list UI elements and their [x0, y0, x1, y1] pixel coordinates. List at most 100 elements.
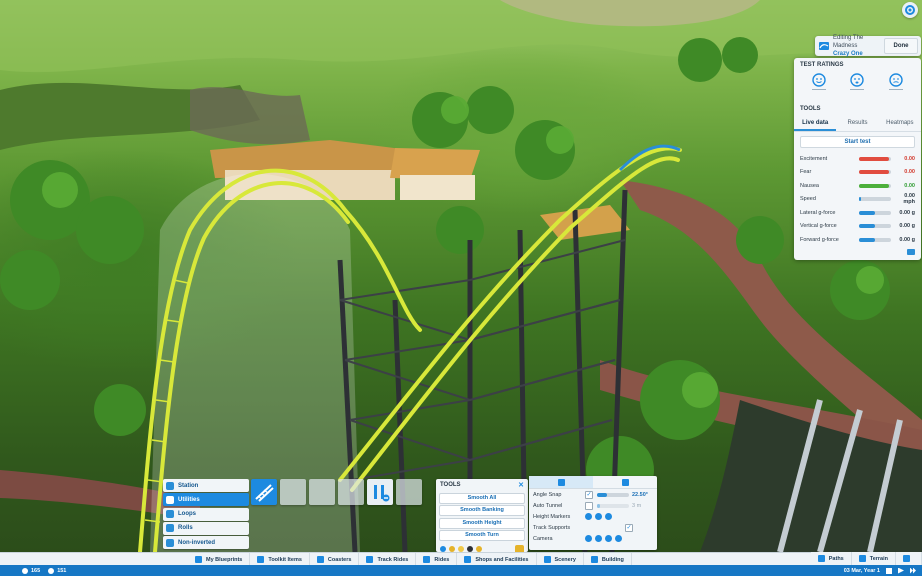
guests-icon [22, 567, 28, 574]
rating-row: Vertical g-force 0.00 g [794, 220, 921, 234]
park-scene [0, 0, 922, 552]
rating-bar [859, 197, 891, 202]
track-type-icon [166, 495, 174, 504]
rating-value: 0.00 [904, 169, 915, 176]
build-tab-icon [464, 556, 472, 563]
auto-tunnel-value: 3 m [632, 502, 642, 509]
camera-reset-icon[interactable] [615, 535, 622, 542]
angle-snap-label: Angle Snap [533, 491, 562, 498]
rating-row: Fear 0.00 [794, 166, 921, 180]
build-tab-label: Track Rides [377, 556, 409, 563]
smooth-all-button[interactable]: Smooth All [439, 492, 525, 504]
brake-piece-button[interactable] [280, 479, 306, 505]
type-menu-label: Non-inverted [178, 539, 216, 546]
grid-marker-icon[interactable] [605, 513, 612, 520]
angle-snap-row: Angle Snap ✓ 22.50° [529, 489, 657, 500]
done-button[interactable]: Done [884, 38, 918, 54]
test-ratings-panel: TEST RATINGS TOOLS Live data Results Hea… [794, 58, 921, 260]
pause-icon[interactable] [886, 567, 892, 574]
build-tab-icon [423, 556, 431, 563]
tab-list-options[interactable] [593, 476, 657, 488]
auto-tunnel-slider[interactable] [597, 503, 629, 508]
type-menu-label: Loops [178, 511, 196, 518]
tab-live-data[interactable]: Live data [794, 117, 837, 131]
tab-results[interactable]: Results [836, 117, 878, 131]
money-display[interactable]: 151 [48, 567, 66, 574]
angle-snap-value: 22.50° [632, 491, 648, 498]
rating-label: Forward g-force [800, 236, 839, 243]
build-tab-label: Building [601, 556, 624, 563]
type-menu-label: Station [178, 482, 199, 489]
rating-bar [859, 224, 891, 229]
tab-paths[interactable]: Paths [810, 552, 852, 565]
rating-bar [859, 237, 891, 242]
build-tab-label: Coasters [327, 556, 352, 563]
type-menu-item[interactable]: Utilities [163, 493, 249, 507]
smooth-banking-button[interactable]: Smooth Banking [439, 505, 525, 516]
build-tab-label: Shops and Facilities [475, 556, 529, 563]
smooth-turn-button[interactable]: Smooth Turn [439, 530, 525, 541]
excitement-face-icon [812, 73, 826, 87]
track-options-panel: Angle Snap ✓ 22.50° Auto Tunnel 3 m Heig… [529, 476, 657, 550]
camera-label: Camera [533, 535, 553, 542]
rating-label: Vertical g-force [800, 223, 837, 230]
fast-forward-icon[interactable] [910, 567, 916, 574]
type-menu-item[interactable]: Non-inverted [163, 536, 249, 550]
play-icon[interactable] [898, 567, 904, 574]
tab-terrain[interactable]: Terrain [851, 552, 896, 565]
type-menu-item[interactable]: Rolls [163, 521, 249, 535]
rating-label: Fear [800, 169, 812, 176]
track-type-icon [166, 481, 174, 490]
rating-bar [859, 156, 891, 161]
track-supports-checkbox[interactable]: ✓ [625, 523, 633, 532]
track-type-icon [166, 524, 174, 533]
editing-ride-banner: Editing The Madness Crazy One Done [815, 35, 921, 58]
type-menu-item[interactable]: Loops [163, 507, 249, 521]
coaster-icon [818, 40, 830, 52]
paths-label: Paths [828, 555, 844, 562]
booster-piece-button[interactable] [309, 479, 335, 505]
build-menu-bar: My Blueprints Toolkit Items Coasters Track … [0, 552, 922, 566]
settings-gear-icon[interactable] [902, 2, 918, 18]
track-supports-label: Track Supports [533, 524, 571, 531]
angle-snap-checkbox[interactable]: ✓ [585, 490, 593, 499]
rating-row: Forward g-force 0.00 g [794, 233, 921, 247]
more-menu-button[interactable] [896, 552, 922, 565]
status-bar: 165 151 03 Mar, Year 1 [0, 565, 922, 576]
start-test-button[interactable]: Start test [800, 136, 915, 148]
build-tab-label: Scenery [554, 556, 576, 563]
height-markers-row: Height Markers [529, 511, 657, 522]
ride-name[interactable]: Crazy One [833, 50, 884, 58]
money-icon [48, 567, 55, 574]
camera-row: Camera [529, 533, 657, 544]
build-tab-icon [195, 556, 202, 563]
build-tab-icon [543, 556, 551, 563]
rating-bar [859, 170, 891, 175]
camera-icon[interactable] [907, 249, 915, 255]
angle-snap-slider[interactable] [597, 492, 629, 497]
smooth-height-button[interactable]: Smooth Height [439, 517, 525, 529]
camera-rider-icon[interactable] [605, 535, 612, 542]
terrain-marker-icon[interactable] [595, 513, 602, 520]
track-type-icon [166, 538, 174, 547]
guest-count[interactable]: 165 [22, 567, 40, 574]
rating-row: Nausea 0.00 [794, 179, 921, 193]
selected-piece-button[interactable] [367, 479, 393, 505]
terrain-icon [858, 555, 866, 562]
tab-build-options[interactable] [529, 476, 593, 488]
type-menu-label: Rolls [178, 525, 193, 532]
smoothing-tools-panel: TOOLS ✕ Smooth All Smooth Banking Smooth … [436, 479, 528, 554]
lift-hill-piece-button[interactable] [251, 479, 277, 505]
station-end-piece-button[interactable] [396, 479, 422, 505]
height-marker-icon[interactable] [585, 513, 592, 520]
camera-track-icon[interactable] [595, 535, 602, 542]
tab-heatmaps[interactable]: Heatmaps [879, 117, 921, 131]
build-tab-icon [366, 556, 374, 563]
close-icon[interactable]: ✕ [518, 481, 524, 489]
build-tab-label: Toolkit Items [268, 556, 302, 563]
type-menu-item[interactable]: Station [163, 479, 249, 492]
ratings-tabs: Live data Results Heatmaps [794, 117, 921, 132]
camera-follow-icon[interactable] [585, 535, 592, 542]
auto-tunnel-checkbox[interactable] [585, 501, 593, 510]
block-brake-piece-button[interactable] [338, 479, 364, 505]
